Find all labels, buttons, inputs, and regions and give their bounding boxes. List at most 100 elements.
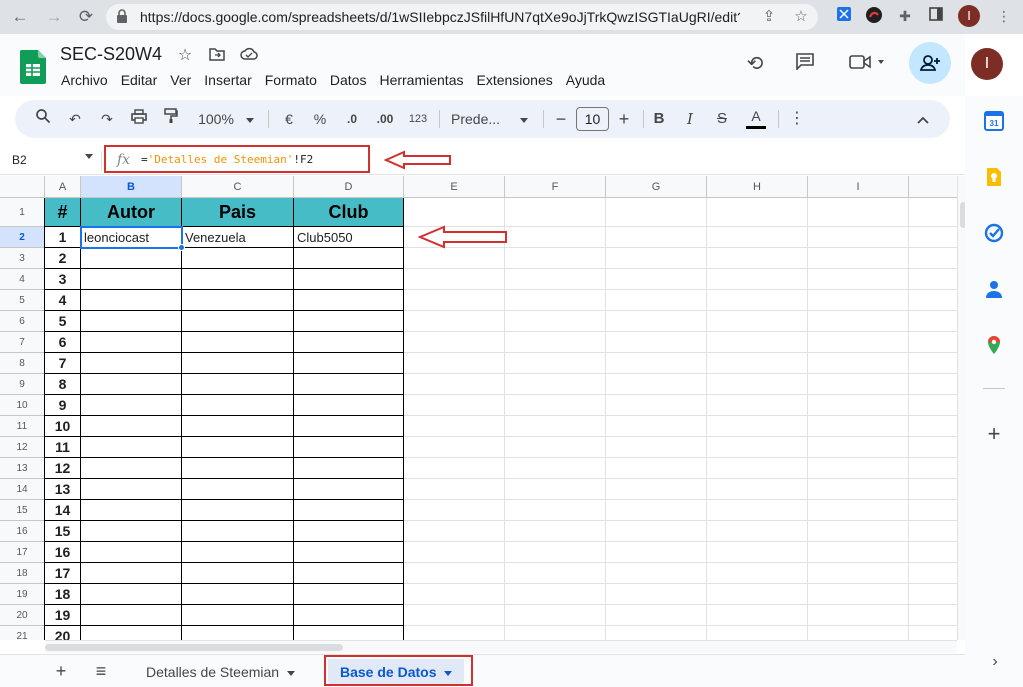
grid-cell[interactable]: [505, 248, 606, 269]
collapse-menus-chevron-up-icon[interactable]: [914, 108, 932, 130]
grid-cell[interactable]: [182, 374, 294, 395]
grid-cell[interactable]: [606, 584, 707, 605]
grid-cell[interactable]: [182, 500, 294, 521]
user-avatar[interactable]: I: [971, 48, 1003, 80]
grid-cell[interactable]: [808, 584, 909, 605]
grid-cell[interactable]: [182, 416, 294, 437]
grid-cell[interactable]: [404, 353, 505, 374]
grid-cell[interactable]: [606, 416, 707, 437]
grid-cell[interactable]: [808, 227, 909, 248]
grid-cell[interactable]: [808, 332, 909, 353]
row-number-cell[interactable]: 4: [45, 290, 81, 311]
grid-cell[interactable]: [294, 563, 404, 584]
chevron-down-icon[interactable]: [287, 670, 296, 676]
grid-cell[interactable]: [294, 311, 404, 332]
row-number-cell[interactable]: 16: [45, 542, 81, 563]
grid-cell[interactable]: [808, 198, 909, 227]
fill-handle[interactable]: [178, 244, 185, 251]
grid-cell[interactable]: [707, 437, 808, 458]
grid-cell[interactable]: [707, 311, 808, 332]
redo-icon[interactable]: ↷: [97, 108, 117, 130]
grid-cell[interactable]: [505, 198, 606, 227]
row-header[interactable]: 14: [0, 479, 45, 500]
grid-cell[interactable]: [606, 374, 707, 395]
grid-cell[interactable]: [606, 563, 707, 584]
grid-cell[interactable]: [294, 626, 404, 640]
row-number-cell[interactable]: 13: [45, 479, 81, 500]
header-cell[interactable]: Autor: [81, 198, 182, 227]
grid-cell[interactable]: [404, 563, 505, 584]
extension-steem-icon[interactable]: [864, 6, 884, 26]
increase-decimal-button[interactable]: .00: [372, 108, 398, 130]
grid-cell[interactable]: [505, 500, 606, 521]
grid-cell[interactable]: [909, 395, 957, 416]
menu-editar[interactable]: Editar: [121, 72, 158, 88]
grid-cell[interactable]: [505, 353, 606, 374]
grid-cell[interactable]: [707, 332, 808, 353]
row-header[interactable]: 2: [0, 227, 45, 248]
grid-cell[interactable]: [909, 584, 957, 605]
row-header[interactable]: 13: [0, 458, 45, 479]
grid-cell[interactable]: [909, 353, 957, 374]
grid-cell[interactable]: [808, 626, 909, 640]
row-header[interactable]: 9: [0, 374, 45, 395]
grid-cell[interactable]: [505, 458, 606, 479]
grid-cell[interactable]: [505, 416, 606, 437]
grid-cell[interactable]: [81, 584, 182, 605]
grid-cell[interactable]: [909, 437, 957, 458]
grid-cell[interactable]: [505, 227, 606, 248]
back-arrow-icon[interactable]: ←: [8, 5, 32, 29]
format-currency-button[interactable]: €: [280, 108, 298, 130]
grid-cell[interactable]: [808, 290, 909, 311]
move-folder-icon[interactable]: [208, 47, 226, 65]
row-header[interactable]: 16: [0, 521, 45, 542]
grid-cell[interactable]: [404, 458, 505, 479]
grid-cell[interactable]: [808, 395, 909, 416]
get-addons-plus-icon[interactable]: +: [984, 423, 1004, 445]
row-number-cell[interactable]: 1: [45, 227, 81, 248]
grid-cell[interactable]: [81, 626, 182, 640]
grid-cell[interactable]: [505, 332, 606, 353]
grid-cell[interactable]: [909, 269, 957, 290]
grid-cell[interactable]: [606, 290, 707, 311]
search-icon[interactable]: [33, 108, 53, 130]
grid-cell[interactable]: [909, 521, 957, 542]
grid-cell[interactable]: [182, 269, 294, 290]
grid-cell[interactable]: [81, 269, 182, 290]
row-number-cell[interactable]: 9: [45, 395, 81, 416]
grid-cell[interactable]: [505, 584, 606, 605]
row-number-cell[interactable]: 8: [45, 374, 81, 395]
grid-cell[interactable]: [404, 437, 505, 458]
grid-cell[interactable]: [606, 248, 707, 269]
decrease-decimal-button[interactable]: .0: [341, 108, 363, 130]
grid-cell[interactable]: [707, 605, 808, 626]
undo-icon[interactable]: ↶: [65, 108, 85, 130]
grid-cell[interactable]: [505, 311, 606, 332]
row-header[interactable]: 20: [0, 605, 45, 626]
grid-cell[interactable]: [909, 563, 957, 584]
grid-cell[interactable]: [182, 584, 294, 605]
row-header[interactable]: 1: [0, 198, 45, 227]
column-header-c[interactable]: C: [182, 176, 294, 198]
extension-flag-icon[interactable]: [834, 6, 854, 26]
grid-cell[interactable]: [505, 542, 606, 563]
row-header[interactable]: 18: [0, 563, 45, 584]
grid-cell[interactable]: [505, 563, 606, 584]
grid-cell[interactable]: [404, 626, 505, 640]
grid-cell[interactable]: [707, 248, 808, 269]
row-header[interactable]: 11: [0, 416, 45, 437]
row-header[interactable]: 10: [0, 395, 45, 416]
grid-cell[interactable]: [81, 395, 182, 416]
grid-cell[interactable]: [182, 563, 294, 584]
column-header-partial[interactable]: [909, 176, 957, 198]
column-header-e[interactable]: E: [404, 176, 505, 198]
grid-cell[interactable]: [81, 521, 182, 542]
grid-cell[interactable]: [505, 437, 606, 458]
header-cell[interactable]: #: [45, 198, 81, 227]
grid-cell[interactable]: [294, 395, 404, 416]
column-header-a[interactable]: A: [45, 176, 81, 198]
grid-cell[interactable]: [707, 198, 808, 227]
grid-cell[interactable]: [909, 479, 957, 500]
grid-cell[interactable]: [294, 353, 404, 374]
row-header[interactable]: 17: [0, 542, 45, 563]
